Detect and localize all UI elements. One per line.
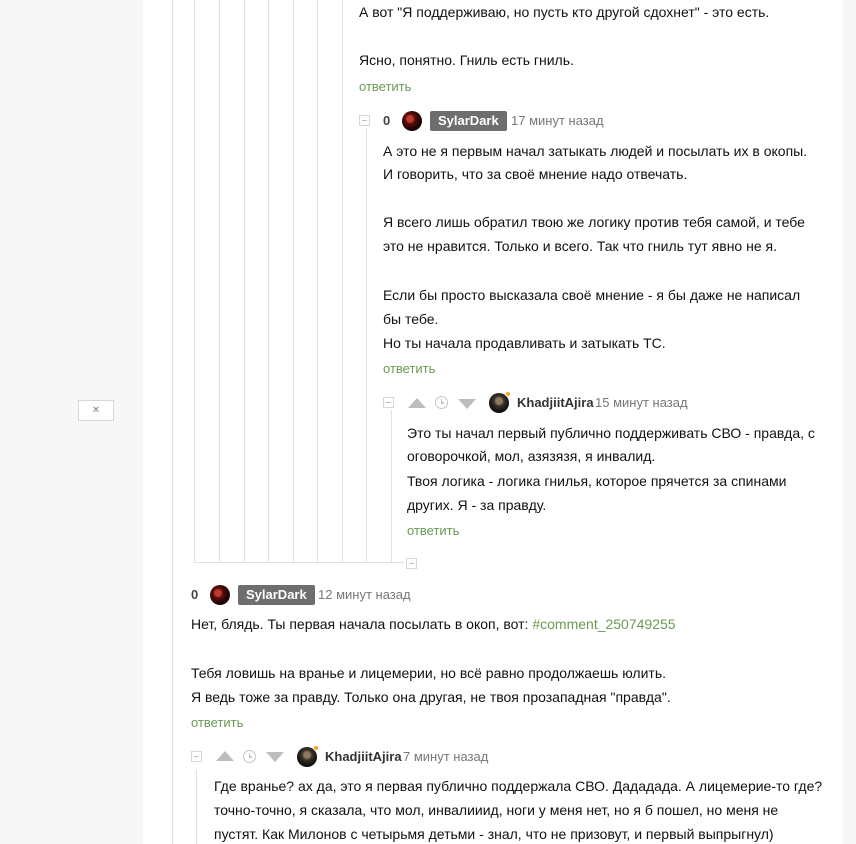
reply-link[interactable]: ответить [407, 523, 459, 538]
thread-line [391, 410, 392, 562]
thread-line [293, 0, 294, 562]
comment-text-line: точно-точно, я сказала, что мол, инвалии… [214, 802, 779, 818]
comment-rating: 0 [383, 113, 391, 128]
comment-text: Нет, блядь. Ты первая начала посылать в … [191, 616, 533, 632]
avatar[interactable] [210, 585, 230, 605]
comment-text-line: пустят. Как Милонов с четырьмя детьми - … [214, 826, 774, 842]
clock-icon [243, 750, 256, 763]
comment-text-line: А это не я первым начал затыкать людей и… [383, 143, 808, 159]
comment-text-line: Где вранье? ах да, это я первая публично… [214, 778, 823, 794]
upvote-icon[interactable] [216, 751, 234, 761]
comment-time[interactable]: 7 минут назад [403, 749, 488, 764]
comment-text-line: Если бы просто высказала своё мнение - я… [383, 287, 801, 303]
comment-text-line: Тебя ловишь на вранье и лицемерии, но вс… [191, 665, 667, 681]
avatar[interactable] [402, 111, 422, 131]
comment-text-line: А вот "Я поддерживаю, но пусть кто друго… [359, 4, 770, 20]
thread-line [342, 0, 343, 562]
online-indicator [505, 391, 511, 397]
collapse-thread-button[interactable] [406, 558, 417, 569]
close-icon[interactable]: × [78, 400, 114, 421]
thread-line [172, 0, 173, 844]
comment-text-line: других. Я - за правду. [407, 497, 547, 513]
collapse-comment-button[interactable] [383, 397, 394, 408]
comment-text-line: Нет, блядь. Ты первая начала посылать в … [191, 612, 676, 636]
upvote-icon[interactable] [408, 398, 426, 408]
thread-line [194, 562, 404, 563]
comment-text-line: бы тебе. [383, 311, 439, 327]
comment-rating: 0 [191, 587, 199, 602]
comment-text-line: это не нравится. Только и всего. Так что… [383, 238, 777, 254]
online-indicator [313, 745, 319, 751]
collapse-comment-button[interactable] [191, 751, 202, 762]
comment-text-line: Это ты начал первый публично поддерживат… [407, 425, 815, 441]
thread-line [317, 0, 318, 562]
thread-line [366, 128, 367, 562]
comment-time[interactable]: 15 минут назад [595, 395, 688, 410]
downvote-icon[interactable] [266, 752, 284, 762]
comment-text-line: Ясно, понятно. Гниль есть гниль. [359, 52, 574, 68]
comment-text-line: оговорочкой, мол, азязязя, я инвалид. [407, 448, 656, 464]
thread-line [219, 0, 220, 562]
comment-text-line: Я всего лишь обратил твою же логику прот… [383, 214, 805, 230]
author-badge[interactable]: SylarDark [430, 111, 507, 131]
author-badge[interactable]: SylarDark [238, 585, 315, 605]
comment-text-line: Но ты начала продавливать и затыкать ТС. [383, 335, 666, 351]
thread-line [196, 770, 197, 844]
reply-link[interactable]: ответить [191, 715, 243, 730]
comment-text-line: И говорить, что за своё мнение надо отве… [383, 166, 688, 182]
reply-link[interactable]: ответить [383, 361, 435, 376]
thread-line [268, 0, 269, 562]
thread-line [244, 0, 245, 562]
downvote-icon[interactable] [458, 399, 476, 409]
comment-time[interactable]: 12 минут назад [318, 587, 411, 602]
author-name[interactable]: KhadjiitAjira [325, 749, 402, 764]
thread-line [194, 0, 195, 562]
comment-text-line: Твоя логика - логика гнилья, которое пря… [407, 473, 787, 489]
comment-time[interactable]: 17 минут назад [511, 113, 604, 128]
comment-anchor-link[interactable]: #comment_250749255 [532, 616, 675, 632]
collapse-comment-button[interactable] [359, 115, 370, 126]
clock-icon [435, 396, 448, 409]
reply-link[interactable]: ответить [359, 79, 411, 94]
author-name[interactable]: KhadjiitAjira [517, 395, 594, 410]
comment-text-line: Я ведь тоже за правду. Только она другая… [191, 689, 671, 705]
